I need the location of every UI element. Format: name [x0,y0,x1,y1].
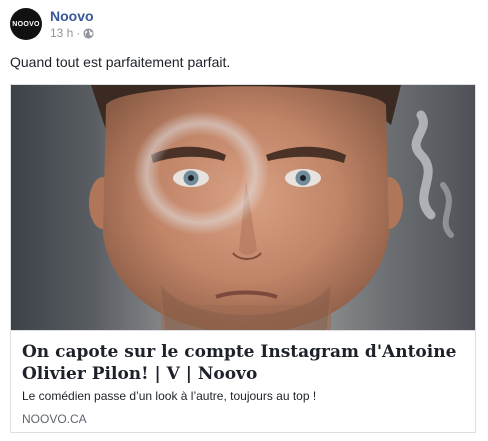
meta-separator: · [76,25,81,40]
globe-icon[interactable] [83,27,94,39]
post-meta: Noovo 13 h · [50,8,94,41]
link-preview-card[interactable]: On capote sur le compte Instagram d'Anto… [10,84,476,433]
link-description: Le comédien passe d’un look à l’autre, t… [22,389,317,403]
link-preview-text: On capote sur le compte Instagram d'Anto… [11,330,475,432]
link-title[interactable]: On capote sur le compte Instagram d'Anto… [22,341,462,385]
portrait-illustration [89,85,454,330]
page-name-link[interactable]: Noovo [50,8,94,25]
avatar-logo-text: NOOVO [12,20,40,28]
link-preview-image[interactable] [11,85,475,330]
post-subline: 13 h · [50,26,94,41]
page-avatar[interactable]: NOOVO [10,8,42,40]
post-timestamp[interactable]: 13 h [50,26,73,41]
link-domain: NOOVO.CA [22,412,87,426]
facebook-post: NOOVO Noovo 13 h · Quand tout est parfai… [0,0,488,441]
post-message: Quand tout est parfaitement parfait. [10,54,231,70]
post-header: NOOVO Noovo 13 h · [10,6,94,42]
